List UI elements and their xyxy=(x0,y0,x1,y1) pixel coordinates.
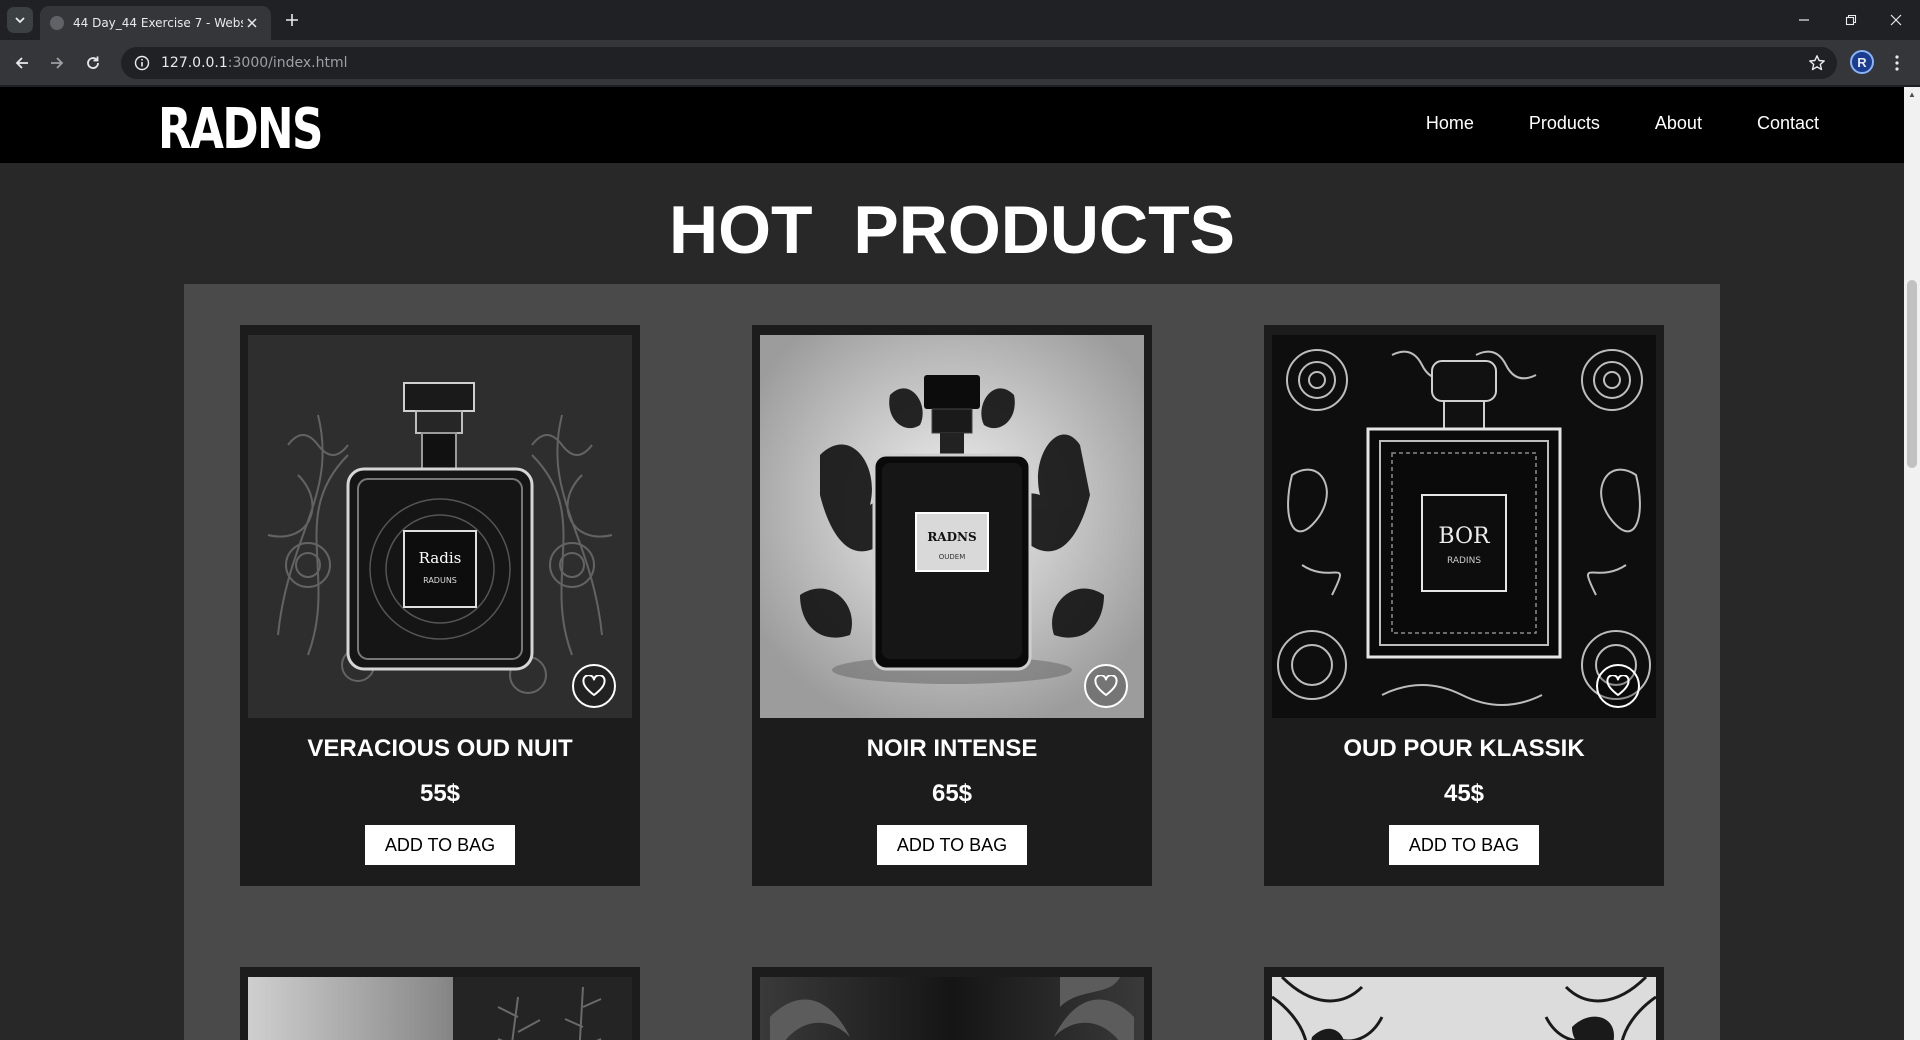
close-icon xyxy=(1890,14,1902,26)
close-icon xyxy=(247,18,257,28)
bookmark-star-button[interactable] xyxy=(1807,53,1827,73)
nav-link-about[interactable]: About xyxy=(1655,113,1702,134)
minimize-icon xyxy=(1799,19,1809,21)
product-image: BOR RADINS xyxy=(1272,335,1656,718)
reload-icon xyxy=(87,56,99,69)
tab-title: 44 Day_44 Exercise 7 - Website xyxy=(73,16,243,30)
nav-link-contact[interactable]: Contact xyxy=(1757,113,1819,134)
products-panel: Radis RADUNS VERACIOUS OUD NUIT 55$ ADD … xyxy=(184,284,1720,1040)
tab-close-button[interactable] xyxy=(243,14,261,32)
heart-icon xyxy=(1094,675,1118,696)
product-card xyxy=(752,967,1152,1040)
nav-link-home[interactable]: Home xyxy=(1426,113,1474,134)
product-card: BOR RADINS OUD POUR KLASSIK 45$ ADD TO B… xyxy=(1264,325,1664,886)
address-bar[interactable]: 127.0.0.1:3000/index.html xyxy=(121,47,1837,79)
arrow-right-icon xyxy=(51,57,64,69)
more-vert-icon xyxy=(1895,55,1899,71)
arrow-left-icon xyxy=(15,57,28,69)
url-text: 127.0.0.1:3000/index.html xyxy=(161,55,348,71)
tab-search-button[interactable] xyxy=(7,7,33,33)
main-nav: Home Products About Contact xyxy=(1426,113,1819,134)
site-info-icon[interactable] xyxy=(133,54,151,72)
star-icon xyxy=(1809,55,1825,71)
new-tab-button[interactable] xyxy=(282,10,302,30)
browser-tab-active[interactable]: 44 Day_44 Exercise 7 - Website xyxy=(40,6,271,40)
product-name: NOIR INTENSE xyxy=(866,735,1038,762)
product-card xyxy=(1264,967,1664,1040)
browser-menu-button[interactable] xyxy=(1886,52,1908,74)
scrollbar-thumb[interactable] xyxy=(1907,280,1917,468)
product-image: Radis RADUNS xyxy=(248,335,632,718)
product-image: RADNS OUDEM xyxy=(760,335,1144,718)
bottle-label: Radis xyxy=(419,549,462,567)
browser-tabstrip: 44 Day_44 Exercise 7 - Website xyxy=(0,0,1920,40)
bottle-label: BOR xyxy=(1438,524,1491,549)
page-viewport: RADNS Home Products About Contact HOT PR… xyxy=(0,87,1904,1040)
restore-button[interactable] xyxy=(1841,10,1861,30)
product-name: VERACIOUS OUD NUIT xyxy=(307,735,573,762)
product-price: 65$ xyxy=(931,780,973,807)
minimize-button[interactable] xyxy=(1794,10,1814,30)
chevron-down-icon xyxy=(15,17,25,24)
bottle-sublabel: RADUNS xyxy=(423,576,457,585)
favorite-button[interactable] xyxy=(1084,664,1128,708)
page-scrollbar[interactable]: ▲ xyxy=(1904,87,1920,1040)
reload-button[interactable] xyxy=(82,52,104,74)
product-image xyxy=(760,977,1144,1040)
product-image xyxy=(1272,977,1656,1040)
section-title: HOT PRODUCTS xyxy=(669,192,1235,268)
product-name: OUD POUR KLASSIK xyxy=(1343,735,1585,762)
browser-toolbar: 127.0.0.1:3000/index.html R xyxy=(0,40,1920,86)
product-card: RADNS OUDEM NOIR INTENSE 65$ ADD TO BAG xyxy=(752,325,1152,886)
profile-avatar[interactable]: R xyxy=(1850,50,1874,74)
scroll-up-icon[interactable]: ▲ xyxy=(1908,91,1916,99)
site-header: RADNS Home Products About Contact xyxy=(0,87,1904,163)
plus-icon xyxy=(286,14,298,26)
url-path: :3000/index.html xyxy=(227,55,348,71)
nav-link-products[interactable]: Products xyxy=(1529,113,1600,134)
url-host: 127.0.0.1 xyxy=(161,55,228,71)
site-logo[interactable]: RADNS xyxy=(158,97,323,162)
product-price: 45$ xyxy=(1443,780,1485,807)
product-card: Radis RADUNS VERACIOUS OUD NUIT 55$ ADD … xyxy=(240,325,640,886)
heart-icon xyxy=(582,675,606,696)
restore-icon xyxy=(1845,14,1857,26)
add-to-bag-button[interactable]: ADD TO BAG xyxy=(365,825,515,865)
bottle-label: RADNS xyxy=(927,530,976,544)
product-card xyxy=(240,967,640,1040)
forward-button[interactable] xyxy=(46,52,68,74)
bottle-sublabel: OUDEM xyxy=(939,553,966,561)
close-window-button[interactable] xyxy=(1886,10,1906,30)
product-image xyxy=(248,977,632,1040)
favorite-button[interactable] xyxy=(1596,664,1640,708)
bottle-sublabel: RADINS xyxy=(1447,556,1481,566)
heart-icon xyxy=(1606,675,1630,696)
add-to-bag-button[interactable]: ADD TO BAG xyxy=(877,825,1027,865)
add-to-bag-button[interactable]: ADD TO BAG xyxy=(1389,825,1539,865)
product-price: 55$ xyxy=(419,780,461,807)
favorite-button[interactable] xyxy=(572,664,616,708)
globe-icon xyxy=(50,16,64,30)
back-button[interactable] xyxy=(11,52,33,74)
